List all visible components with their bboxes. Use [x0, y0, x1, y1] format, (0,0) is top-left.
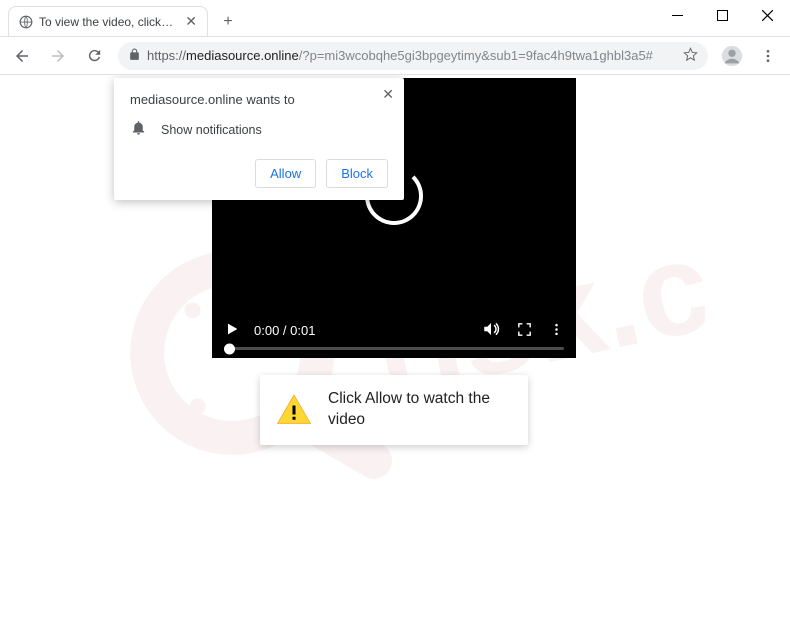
close-window-button[interactable] [745, 0, 790, 30]
video-controls: 0:00 / 0:01 [212, 310, 576, 358]
volume-icon[interactable] [482, 320, 500, 341]
warning-icon [276, 392, 312, 428]
page-viewport: risk.com 0:00 / 0:01 [0, 75, 790, 622]
profile-avatar[interactable] [716, 40, 748, 72]
address-bar[interactable]: https://mediasource.online/?p=mi3wcobqhe… [118, 42, 708, 70]
hint-text: Click Allow to watch the video [328, 389, 512, 431]
video-progress-bar[interactable] [224, 347, 564, 350]
new-tab-button[interactable]: + [214, 8, 242, 36]
bookmark-star-icon[interactable] [683, 47, 698, 65]
menu-button[interactable] [752, 40, 784, 72]
window-titlebar: To view the video, click the Allow ✕ + [0, 0, 790, 37]
block-button[interactable]: Block [326, 159, 388, 188]
forward-button[interactable] [42, 40, 74, 72]
browser-tab[interactable]: To view the video, click the Allow ✕ [8, 6, 208, 36]
lock-icon [128, 48, 141, 64]
tab-close-button[interactable]: ✕ [185, 13, 197, 30]
allow-button[interactable]: Allow [255, 159, 316, 188]
video-time: 0:00 / 0:01 [254, 323, 315, 338]
progress-handle[interactable] [224, 343, 235, 354]
maximize-button[interactable] [700, 0, 745, 30]
play-button[interactable] [224, 321, 240, 340]
reload-button[interactable] [78, 40, 110, 72]
browser-toolbar: https://mediasource.online/?p=mi3wcobqhe… [0, 37, 790, 75]
fullscreen-icon[interactable] [516, 321, 533, 341]
tab-title: To view the video, click the Allow [39, 15, 175, 29]
permission-text: Show notifications [161, 123, 262, 137]
tab-strip: To view the video, click the Allow ✕ + [0, 0, 242, 36]
hint-box: Click Allow to watch the video [260, 375, 528, 445]
popup-close-button[interactable]: ✕ [382, 86, 394, 103]
bell-icon [130, 119, 147, 141]
notification-permission-popup: ✕ mediasource.online wants to Show notif… [114, 78, 404, 200]
url-text: https://mediasource.online/?p=mi3wcobqhe… [147, 48, 677, 63]
video-menu-icon[interactable] [549, 322, 564, 340]
popup-title: mediasource.online wants to [130, 92, 388, 107]
window-controls [655, 0, 790, 30]
globe-icon [19, 15, 33, 29]
back-button[interactable] [6, 40, 38, 72]
minimize-button[interactable] [655, 0, 700, 30]
